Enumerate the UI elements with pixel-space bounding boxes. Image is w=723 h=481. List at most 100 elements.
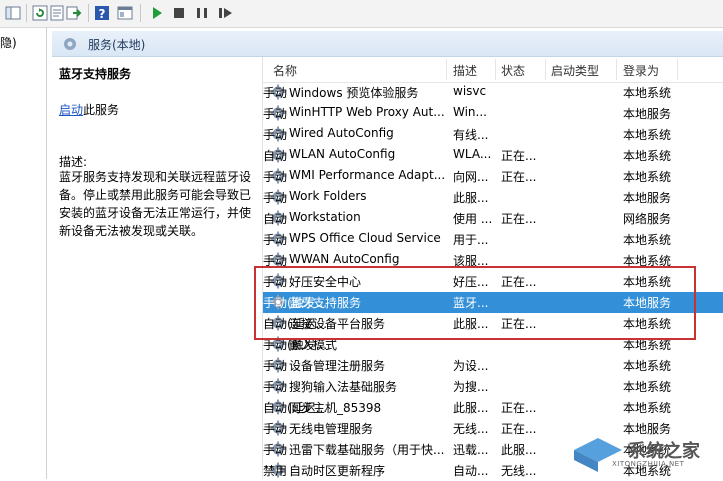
start-service-link[interactable]: 启动 [59,103,83,117]
service-startup-type: 手动 [263,128,288,142]
help-icon[interactable]: ? [93,4,111,22]
service-startup-type: 手动 [263,170,288,184]
refresh-icon[interactable] [31,4,49,22]
service-name: WLAN AutoConfig [289,147,396,161]
service-description: wisvc [453,84,487,98]
service-status: 正在... [501,401,537,415]
service-startup-type: 手动 [263,107,288,121]
service-startup-type: 手动(触发... [263,338,328,352]
service-row[interactable]: Wired AutoConfig 有线... 手动 本地系统 [263,124,723,145]
service-status: 正在... [501,170,537,184]
pause-service-icon[interactable] [193,4,211,22]
column-header-description[interactable]: 描述 [453,62,477,79]
service-description: 该服... [453,254,489,268]
service-status: 正在... [501,212,537,226]
service-name: 迅雷下载基础服务（用于快... [289,443,444,457]
svg-text:?: ? [99,7,106,21]
description-text: 蓝牙服务支持发现和关联远程蓝牙设备。停止或禁用此服务可能会导致已安装的蓝牙设备无… [59,170,252,238]
service-startup-type: 手动 [263,359,288,373]
service-description: 用于... [453,233,489,247]
service-startup-type: 自动 [263,212,288,226]
service-name: 无线电管理服务 [289,422,374,436]
service-row[interactable]: WLAN AutoConfig WLA... 正在... 自动 本地系统 [263,145,723,166]
service-description: 向网... [453,170,489,184]
service-status: 无线... [501,464,537,478]
service-row[interactable]: 连接设备平台服务 此服... 正在... 自动(延迟... 本地系统 [263,313,723,334]
service-logon-as: 本地系统 [623,233,672,247]
column-header-startup-type[interactable]: 启动类型 [551,62,599,79]
service-status: 正在... [501,422,537,436]
column-header-name[interactable]: 名称 [273,62,297,79]
service-name: Work Folders [289,189,367,203]
service-startup-type: 手动 [263,233,288,247]
service-logon-as: 本地服务 [623,296,672,310]
service-description: 为设... [453,359,489,373]
service-startup-type: 手动(触发... [263,296,328,310]
service-row[interactable]: WMI Performance Adapt... 向网... 正在... 手动 本地系统 [263,166,723,187]
service-name: WinHTTP Web Proxy Aut... [289,105,444,119]
console-tree-icon[interactable] [4,4,22,22]
export-icon[interactable] [65,4,83,22]
service-startup-type: 手动 [263,422,288,436]
service-row[interactable]: Windows 预览体验服务 wisvc 手动 本地系统 [263,82,723,103]
console-tree: 隐) [0,28,47,479]
service-description: 迅载... [453,443,489,457]
service-logon-as: 本地系统 [623,254,672,268]
service-status: 正在... [501,275,537,289]
service-status: 正在... [501,317,537,331]
service-name: Wired AutoConfig [289,126,394,140]
services-header: 服务(本地) [52,31,723,57]
service-row[interactable]: WWAN AutoConfig 该服... 手动 本地系统 [263,250,723,271]
column-header-status[interactable]: 状态 [501,62,525,79]
service-logon-as: 本地系统 [623,170,672,184]
service-logon-as: 本地系统 [623,86,672,100]
service-name: Windows 预览体验服务 [289,86,419,100]
service-startup-type: 禁用 [263,464,288,478]
start-service-icon[interactable] [148,4,166,22]
service-action: 启动此服务 [59,101,119,118]
selected-service-name: 蓝牙支持服务 [59,67,132,81]
service-row[interactable]: 搜狗输入法基础服务 为搜... 手动 本地系统 [263,376,723,397]
services-list: 名称 描述 状态 启动类型 登录为 Windows 预览体验服务 wisvc 手动本… [262,57,723,479]
service-row[interactable]: Work Folders 此服... 手动 本地服务 [263,187,723,208]
service-name: WWAN AutoConfig [289,252,400,266]
service-row[interactable]: 同步主机_85398 此服... 正在... 自动(延迟... 本地系统 [263,397,723,418]
service-description: 使用 ... [453,212,493,226]
column-header-logon-as[interactable]: 登录为 [623,62,659,79]
services-header-title: 服务(本地) [88,38,146,52]
service-row[interactable]: 嵌入模式 手动(触发... 本地系统 [263,334,723,355]
properties-icon[interactable] [48,4,66,22]
service-description: 有线... [453,128,489,142]
restart-service-icon[interactable] [216,4,234,22]
service-name: 好压安全中心 [289,275,362,289]
service-row[interactable]: WPS Office Cloud Service 用于... 手动 本地系统 [263,229,723,250]
service-description: 此服... [453,401,489,415]
service-row[interactable]: 蓝牙支持服务 蓝牙... 手动(触发... 本地服务 [263,292,723,313]
tree-item-services[interactable]: 隐) [0,34,17,51]
service-logon-as: 本地系统 [623,380,672,394]
stop-service-icon[interactable] [170,4,188,22]
service-row[interactable]: Workstation 使用 ... 正在... 自动 网络服务 [263,208,723,229]
service-name: Workstation [289,210,361,224]
service-logon-as: 本地系统 [623,149,672,163]
service-startup-type: 手动 [263,254,288,268]
service-description: WLA... [453,147,492,161]
watermark-url: XITONGZHIJIA.NET [612,460,685,468]
service-startup-type: 手动 [263,275,288,289]
service-name: 设备管理注册服务 [289,359,386,373]
service-description: 自动... [453,464,489,478]
service-logon-as: 本地系统 [623,338,672,352]
service-row[interactable]: 好压安全中心 好压... 正在... 手动 本地系统 [263,271,723,292]
service-description: 此服... [453,191,489,205]
service-startup-type: 手动 [263,191,288,205]
service-description: 蓝牙... [453,296,489,310]
service-logon-as: 本地系统 [623,128,672,142]
service-row[interactable]: 设备管理注册服务 为设... 手动 本地系统 [263,355,723,376]
service-description: 此服... [453,317,489,331]
view-icon[interactable] [116,4,134,22]
service-logon-as: 本地系统 [623,275,672,289]
service-logon-as: 本地服务 [623,107,672,121]
service-row[interactable]: WinHTTP Web Proxy Aut... Win... 手动 本地服务 [263,103,723,124]
service-startup-type: 手动 [263,380,288,394]
services-gear-icon [64,38,76,50]
